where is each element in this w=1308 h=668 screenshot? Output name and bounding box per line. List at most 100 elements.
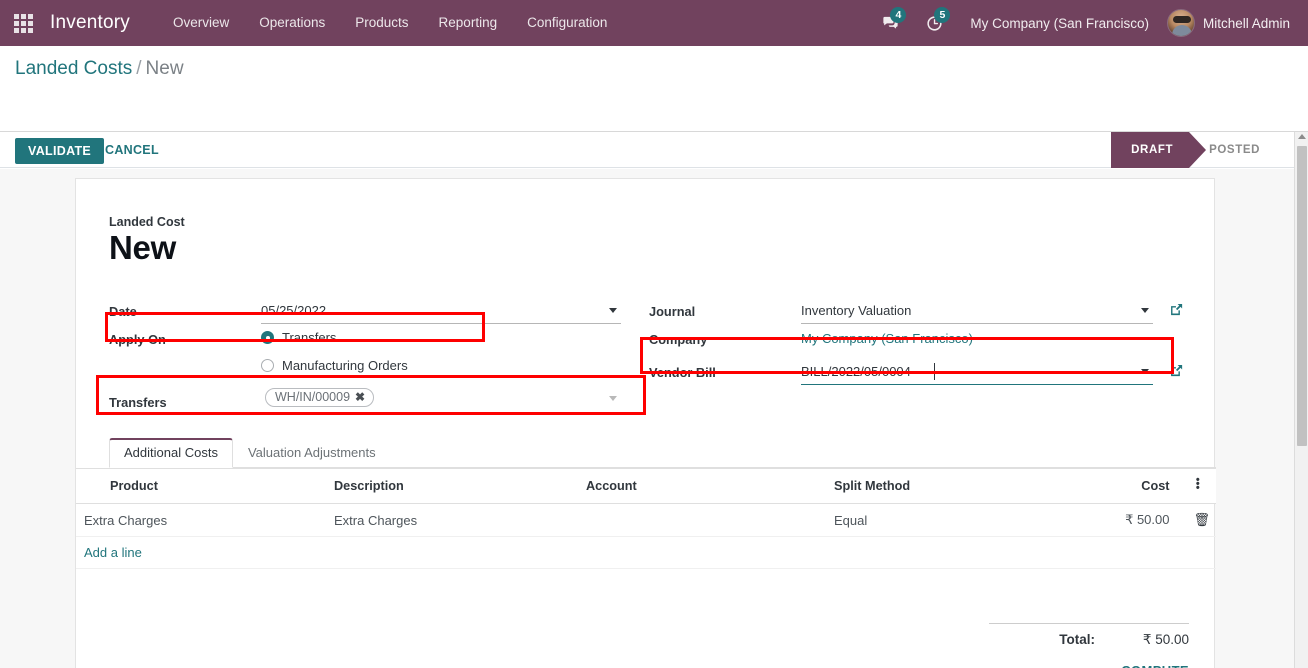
statusbar-row: VALIDATE CANCEL DRAFT POSTED: [0, 132, 1294, 168]
tab-valuation-adjustments[interactable]: Valuation Adjustments: [233, 438, 391, 468]
company-value[interactable]: My Company (San Francisco): [801, 331, 973, 346]
app-brand-inventory[interactable]: Inventory: [46, 12, 136, 34]
add-a-line-button[interactable]: Add a line: [84, 545, 142, 560]
messages-badge: 4: [890, 7, 907, 23]
validate-button[interactable]: VALIDATE: [15, 138, 105, 164]
company-switcher[interactable]: My Company (San Francisco): [956, 16, 1163, 31]
user-name: Mitchell Admin: [1202, 15, 1290, 31]
top-navbar: Inventory Overview Operations Products R…: [0, 0, 1308, 46]
date-value-wrap: [261, 299, 621, 325]
add-line-row: Add a line: [76, 536, 1216, 569]
radio-transfers-icon[interactable]: [261, 331, 274, 344]
transfers-tag-label: WH/IN/00009: [275, 390, 351, 404]
journal-external-link-icon[interactable]: [1169, 302, 1184, 317]
additional-costs-list: Product Description Account Split Method…: [76, 468, 1216, 569]
vertical-dots-icon: • • •: [1195, 474, 1200, 494]
user-menu[interactable]: Mitchell Admin: [1163, 9, 1300, 37]
breadcrumb-landed-costs[interactable]: Landed Costs: [15, 58, 132, 79]
vertical-scrollbar[interactable]: [1294, 132, 1308, 668]
table-body: Extra Charges Extra Charges Equal ₹ 50.0…: [76, 503, 1216, 569]
total-value: ₹ 50.00: [1142, 632, 1189, 647]
column-account[interactable]: Account: [578, 468, 826, 504]
radio-option-manufacturing-orders[interactable]: Manufacturing Orders: [261, 358, 408, 373]
form-group-right: Journal Company My Company (San Francisc…: [649, 299, 1194, 388]
optional-columns-button[interactable]: • • •: [1177, 468, 1216, 504]
radio-manufacturing-orders-icon[interactable]: [261, 359, 274, 372]
compute-button[interactable]: COMPUTE: [1121, 663, 1189, 668]
menu-item-products[interactable]: Products: [340, 0, 423, 46]
table-row[interactable]: Extra Charges Extra Charges Equal ₹ 50.0…: [76, 503, 1216, 537]
apps-grid-icon: [13, 13, 33, 33]
total-label: Total:: [1059, 632, 1095, 647]
transfers-value-wrap: WH/IN/00009 ✖: [261, 388, 621, 414]
status-draft[interactable]: DRAFT: [1111, 132, 1207, 168]
navbar-right: 4 5 My Company (San Francisco) Mitchell …: [868, 0, 1308, 46]
form-group-left: Date Apply On Transfers Manufacturing Or…: [109, 299, 639, 424]
scrollbar-thumb[interactable]: [1297, 146, 1307, 446]
activities-badge: 5: [934, 7, 951, 23]
table-header-row: Product Description Account Split Method…: [76, 468, 1216, 504]
cost-lines-table: Product Description Account Split Method…: [76, 468, 1216, 569]
menu-item-configuration[interactable]: Configuration: [512, 0, 622, 46]
radio-manufacturing-orders-label: Manufacturing Orders: [282, 358, 408, 373]
column-product[interactable]: Product: [76, 468, 326, 504]
cancel-button[interactable]: CANCEL: [97, 138, 167, 162]
transfers-tag[interactable]: WH/IN/00009 ✖: [265, 388, 375, 407]
transfers-chevron-down-icon[interactable]: [609, 396, 617, 401]
status-stages: DRAFT POSTED: [1111, 132, 1276, 168]
menu-item-operations[interactable]: Operations: [244, 0, 340, 46]
field-apply-on: Apply On Transfers: [109, 327, 639, 355]
main-menu: Overview Operations Products Reporting C…: [158, 0, 622, 46]
notebook-tabs: Additional Costs Valuation Adjustments: [109, 436, 1216, 468]
journal-input[interactable]: [801, 299, 1153, 324]
field-vendor-bill: Vendor Bill: [649, 360, 1194, 388]
transfers-tag-box[interactable]: WH/IN/00009 ✖: [261, 388, 621, 413]
column-description[interactable]: Description: [326, 468, 578, 504]
vendor-bill-value-wrap: [801, 360, 1153, 386]
notebook: Additional Costs Valuation Adjustments: [109, 436, 1216, 468]
messages-button[interactable]: 4: [868, 0, 912, 46]
column-split-method[interactable]: Split Method: [826, 468, 1084, 504]
radio-transfers-label: Transfers: [282, 330, 337, 345]
avatar: [1166, 9, 1195, 37]
transfers-label: Transfers: [109, 395, 167, 410]
totals-row: Total: ₹ 50.00: [989, 623, 1189, 648]
vendor-bill-chevron-down-icon[interactable]: [1141, 369, 1149, 374]
journal-label: Journal: [649, 304, 696, 319]
field-journal: Journal: [649, 299, 1194, 327]
company-label: Company: [649, 332, 708, 347]
form-subtitle: Landed Cost: [109, 215, 185, 229]
scroll-up-arrow-icon[interactable]: [1298, 134, 1306, 139]
date-label: Date: [109, 304, 137, 319]
cell-split-method[interactable]: Equal: [826, 503, 1084, 537]
delete-row-button[interactable]: 🗑: [1177, 503, 1216, 537]
apps-menu-button[interactable]: [0, 0, 46, 46]
breadcrumb-current: New: [145, 58, 184, 79]
field-date: Date: [109, 299, 639, 327]
status-posted[interactable]: POSTED: [1189, 132, 1276, 168]
cell-cost[interactable]: ₹ 50.00: [1084, 503, 1178, 537]
tab-additional-costs[interactable]: Additional Costs: [109, 438, 233, 468]
page-title: New: [109, 229, 176, 266]
table-header: Product Description Account Split Method…: [76, 468, 1216, 504]
menu-item-overview[interactable]: Overview: [158, 0, 244, 46]
breadcrumb: Landed Costs / New: [15, 58, 184, 80]
date-input[interactable]: [261, 299, 621, 324]
column-cost[interactable]: Cost: [1084, 468, 1178, 504]
control-panel: Landed Costs/New SAVE DISCARD: [0, 46, 1308, 166]
cell-account[interactable]: [578, 503, 826, 537]
menu-item-reporting[interactable]: Reporting: [424, 0, 513, 46]
radio-option-transfers[interactable]: Transfers: [261, 330, 336, 345]
vendor-bill-input[interactable]: [801, 360, 1153, 385]
date-chevron-down-icon[interactable]: [609, 308, 617, 313]
close-icon[interactable]: ✖: [355, 390, 365, 404]
vendor-bill-external-link-icon[interactable]: [1169, 363, 1184, 378]
trash-icon[interactable]: 🗑: [1185, 512, 1210, 527]
activities-button[interactable]: 5: [912, 0, 956, 46]
cell-description[interactable]: Extra Charges: [326, 503, 578, 537]
journal-chevron-down-icon[interactable]: [1141, 308, 1149, 313]
cell-product[interactable]: Extra Charges: [76, 503, 326, 537]
breadcrumb-separator: /: [136, 58, 142, 79]
apply-on-label: Apply On: [109, 332, 166, 347]
form-view-background: Landed Cost New Date Apply On Transfers: [0, 169, 1294, 668]
